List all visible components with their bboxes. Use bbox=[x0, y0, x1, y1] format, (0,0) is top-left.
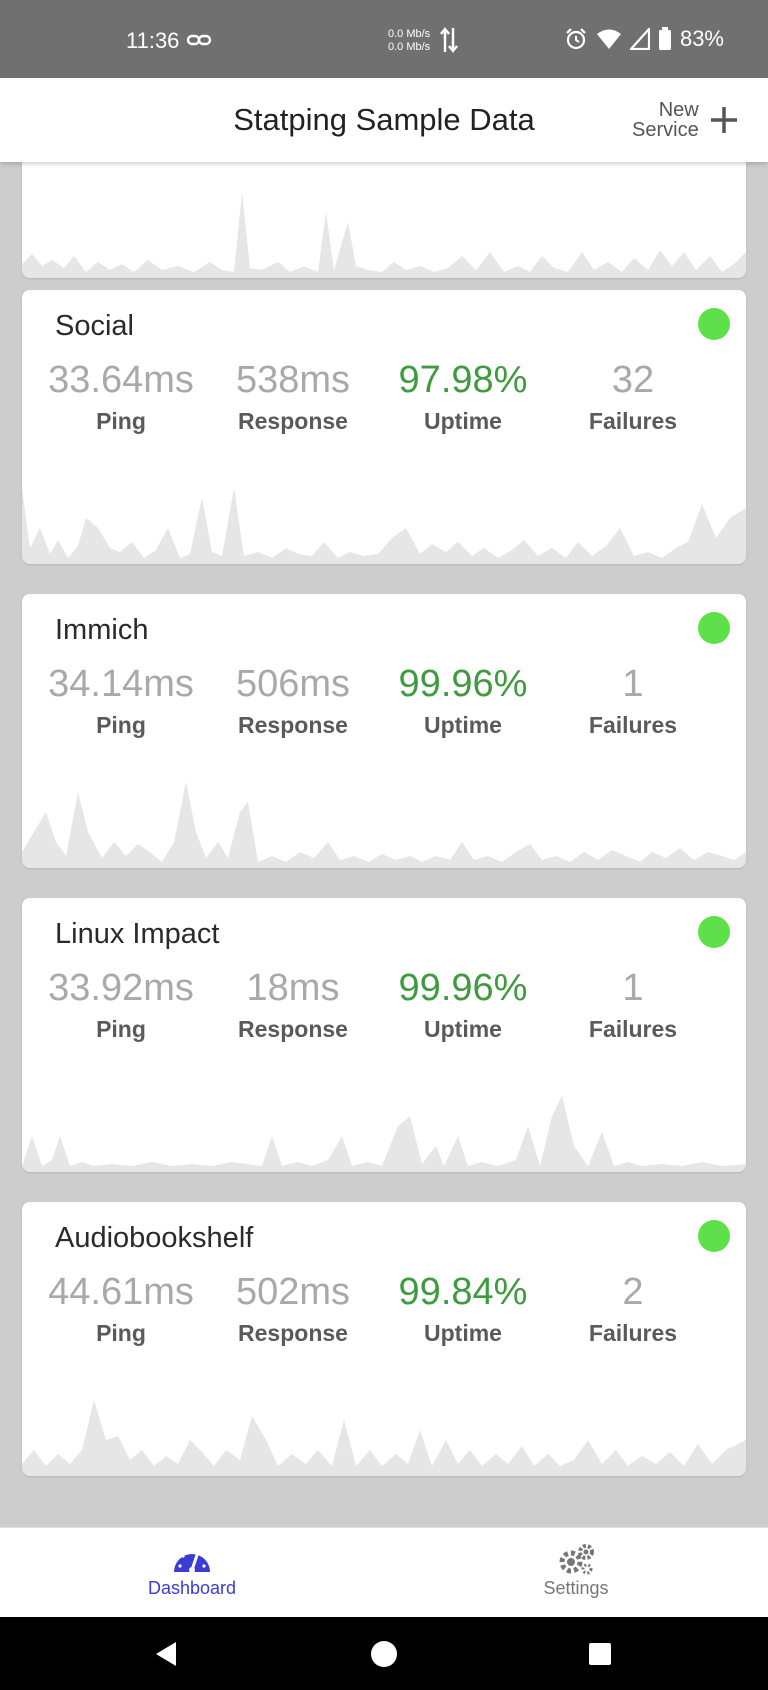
cell-signal-icon bbox=[629, 28, 650, 50]
metric-uptime: 99.96% Uptime bbox=[378, 662, 548, 739]
failures-label: Failures bbox=[588, 712, 678, 738]
net-down: 0.0 Mb/s bbox=[388, 41, 431, 53]
metric-response: 18ms Response bbox=[208, 966, 378, 1043]
ping-label: Ping bbox=[96, 1320, 146, 1346]
failures-value: 1 bbox=[622, 967, 644, 1009]
status-indicator bbox=[698, 916, 730, 948]
new-service-button[interactable]: New Service bbox=[632, 100, 739, 140]
service-card-audiobookshelf[interactable]: Audiobookshelf 44.61ms Ping 502ms Respon… bbox=[22, 1202, 746, 1476]
service-name: Social bbox=[55, 310, 134, 342]
metric-uptime: 99.84% Uptime bbox=[378, 1270, 548, 1347]
failures-value: 32 bbox=[611, 359, 655, 401]
response-label: Response bbox=[238, 1016, 348, 1042]
app-bar: Statping Sample Data New Service bbox=[0, 78, 768, 162]
failures-value: 2 bbox=[622, 1271, 644, 1313]
sparkline-chart bbox=[22, 192, 746, 278]
uptime-label: Uptime bbox=[424, 408, 502, 434]
response-label: Response bbox=[238, 1320, 348, 1346]
uptime-label: Uptime bbox=[424, 1320, 502, 1346]
service-name: Audiobookshelf bbox=[55, 1222, 254, 1254]
metric-failures: 32 Failures bbox=[548, 358, 718, 435]
ping-label: Ping bbox=[96, 408, 146, 434]
dashboard-gauge-icon bbox=[174, 1549, 210, 1573]
ping-label: Ping bbox=[96, 712, 146, 738]
back-icon[interactable] bbox=[152, 1639, 182, 1669]
failures-label: Failures bbox=[588, 408, 678, 434]
ping-value: 34.14ms bbox=[48, 663, 194, 705]
gears-icon bbox=[559, 1544, 594, 1575]
ping-value: 33.64ms bbox=[48, 359, 194, 401]
ping-value: 44.61ms bbox=[48, 1271, 194, 1313]
response-label: Response bbox=[238, 712, 348, 738]
metric-response: 506ms Response bbox=[208, 662, 378, 739]
uptime-label: Uptime bbox=[424, 1016, 502, 1042]
response-value: 502ms bbox=[235, 1271, 351, 1313]
status-indicator bbox=[698, 612, 730, 644]
failures-value: 1 bbox=[622, 663, 644, 705]
metric-response: 502ms Response bbox=[208, 1270, 378, 1347]
service-name: Linux Impact bbox=[55, 918, 220, 950]
service-card-partial[interactable] bbox=[22, 162, 746, 278]
ping-label: Ping bbox=[96, 1016, 146, 1042]
metric-ping: 34.14ms Ping bbox=[36, 662, 206, 739]
net-up: 0.0 Mb/s bbox=[388, 28, 431, 40]
service-list[interactable]: Social 33.64ms Ping 538ms Response 97.98… bbox=[0, 162, 768, 1527]
response-value: 538ms bbox=[235, 359, 351, 401]
metric-failures: 1 Failures bbox=[548, 966, 718, 1043]
status-indicator bbox=[698, 308, 730, 340]
service-card-immich[interactable]: Immich 34.14ms Ping 506ms Response 99.96… bbox=[22, 594, 746, 868]
status-bar: 11:36 0.0 Mb/s 0.0 Mb/s 83% bbox=[0, 0, 768, 78]
metric-failures: 2 Failures bbox=[548, 1270, 718, 1347]
nav-dashboard-label: Dashboard bbox=[147, 1578, 237, 1598]
new-service-label-line1: New bbox=[658, 99, 699, 121]
nav-dashboard[interactable]: Dashboard bbox=[92, 1542, 292, 1599]
metric-response: 538ms Response bbox=[208, 358, 378, 435]
uptime-label: Uptime bbox=[424, 712, 502, 738]
battery-percent: 83% bbox=[679, 26, 724, 51]
sparkline-chart bbox=[22, 488, 746, 564]
sparkline-chart bbox=[22, 1096, 746, 1172]
battery-icon bbox=[658, 27, 671, 50]
network-speed: 0.0 Mb/s 0.0 Mb/s bbox=[388, 28, 430, 54]
response-value: 18ms bbox=[246, 967, 340, 1009]
metric-uptime: 99.96% Uptime bbox=[378, 966, 548, 1043]
service-name: Immich bbox=[55, 614, 149, 646]
status-indicator bbox=[698, 1220, 730, 1252]
uptime-value: 99.96% bbox=[398, 663, 528, 705]
metric-ping: 33.64ms Ping bbox=[36, 358, 206, 435]
new-service-label-line2: Service bbox=[632, 119, 699, 141]
metric-failures: 1 Failures bbox=[548, 662, 718, 739]
failures-label: Failures bbox=[588, 1016, 678, 1042]
status-right: 83% bbox=[564, 26, 724, 52]
metric-ping: 33.92ms Ping bbox=[36, 966, 206, 1043]
home-icon[interactable] bbox=[369, 1639, 399, 1669]
nav-settings[interactable]: Settings bbox=[476, 1542, 676, 1599]
uptime-value: 99.84% bbox=[398, 1271, 528, 1313]
system-navigation-bar bbox=[0, 1617, 768, 1690]
metric-uptime: 97.98% Uptime bbox=[378, 358, 548, 435]
sparkline-chart bbox=[22, 782, 746, 868]
failures-label: Failures bbox=[588, 1320, 678, 1346]
bottom-navigation: Dashboard Settings bbox=[0, 1527, 768, 1617]
response-value: 506ms bbox=[235, 663, 351, 705]
sparkline-chart bbox=[22, 1400, 746, 1476]
service-card-social[interactable]: Social 33.64ms Ping 538ms Response 97.98… bbox=[22, 290, 746, 564]
new-service-label: New Service bbox=[632, 100, 699, 140]
recents-icon[interactable] bbox=[585, 1639, 615, 1669]
data-transfer-icon bbox=[440, 27, 458, 53]
uptime-value: 99.96% bbox=[398, 967, 528, 1009]
response-label: Response bbox=[238, 408, 348, 434]
metric-ping: 44.61ms Ping bbox=[36, 1270, 206, 1347]
link-icon bbox=[186, 34, 212, 46]
uptime-value: 97.98% bbox=[398, 359, 528, 401]
nav-settings-label: Settings bbox=[543, 1578, 609, 1598]
alarm-icon bbox=[566, 28, 586, 50]
plus-icon bbox=[710, 107, 737, 133]
wifi-icon bbox=[596, 29, 621, 49]
service-card-linux-impact[interactable]: Linux Impact 33.92ms Ping 18ms Response … bbox=[22, 898, 746, 1172]
status-time: 11:36 bbox=[126, 28, 180, 53]
ping-value: 33.92ms bbox=[48, 967, 194, 1009]
